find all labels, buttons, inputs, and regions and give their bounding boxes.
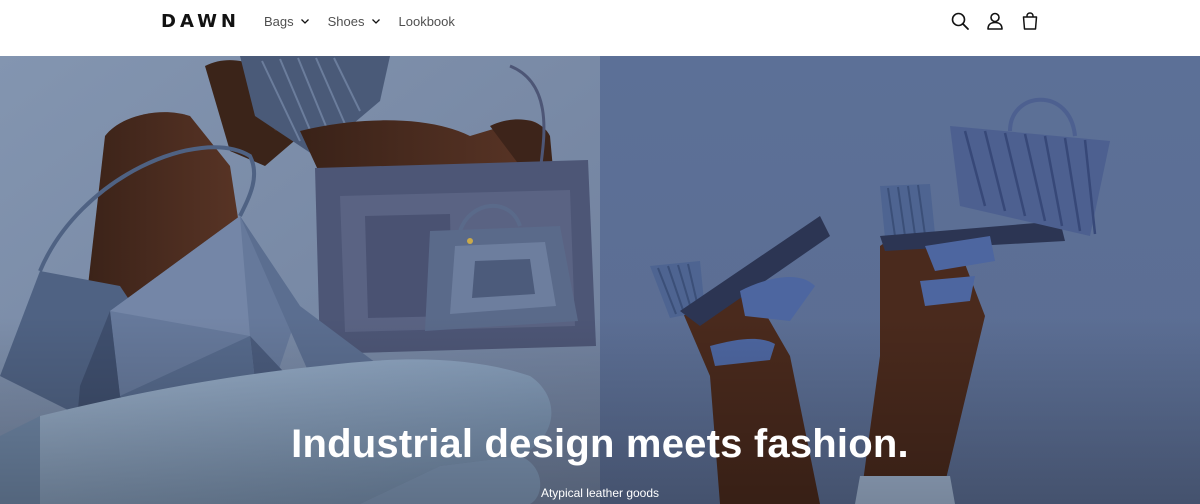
cart-button[interactable] xyxy=(1018,9,1042,33)
nav-item-lookbook[interactable]: Lookbook xyxy=(399,14,455,29)
logo[interactable]: DAWN xyxy=(161,11,240,32)
account-icon xyxy=(987,12,1003,30)
chevron-down-icon xyxy=(371,16,381,26)
nav-item-label: Shoes xyxy=(327,13,365,29)
cart-icon xyxy=(1022,12,1038,30)
chevron-down-icon xyxy=(300,16,310,26)
nav-item-shoes[interactable]: Shoes xyxy=(328,14,381,29)
hero-title: Industrial design meets fashion. xyxy=(291,422,909,466)
search-icon xyxy=(951,12,969,30)
nav-item-bags[interactable]: Bags xyxy=(264,14,310,29)
hero-banner: Industrial design meets fashion. Atypica… xyxy=(0,56,1200,504)
main-nav: Bags Shoes Lookbook xyxy=(264,0,473,42)
nav-item-label: Bags xyxy=(264,13,294,29)
header-icons xyxy=(948,9,1053,33)
hero-subtitle: Atypical leather goods xyxy=(540,486,660,500)
site-header: DAWN Bags Shoes Lookbook xyxy=(0,0,1200,56)
search-button[interactable] xyxy=(948,9,972,33)
account-button[interactable] xyxy=(983,9,1007,33)
nav-item-label: Lookbook xyxy=(398,13,455,29)
